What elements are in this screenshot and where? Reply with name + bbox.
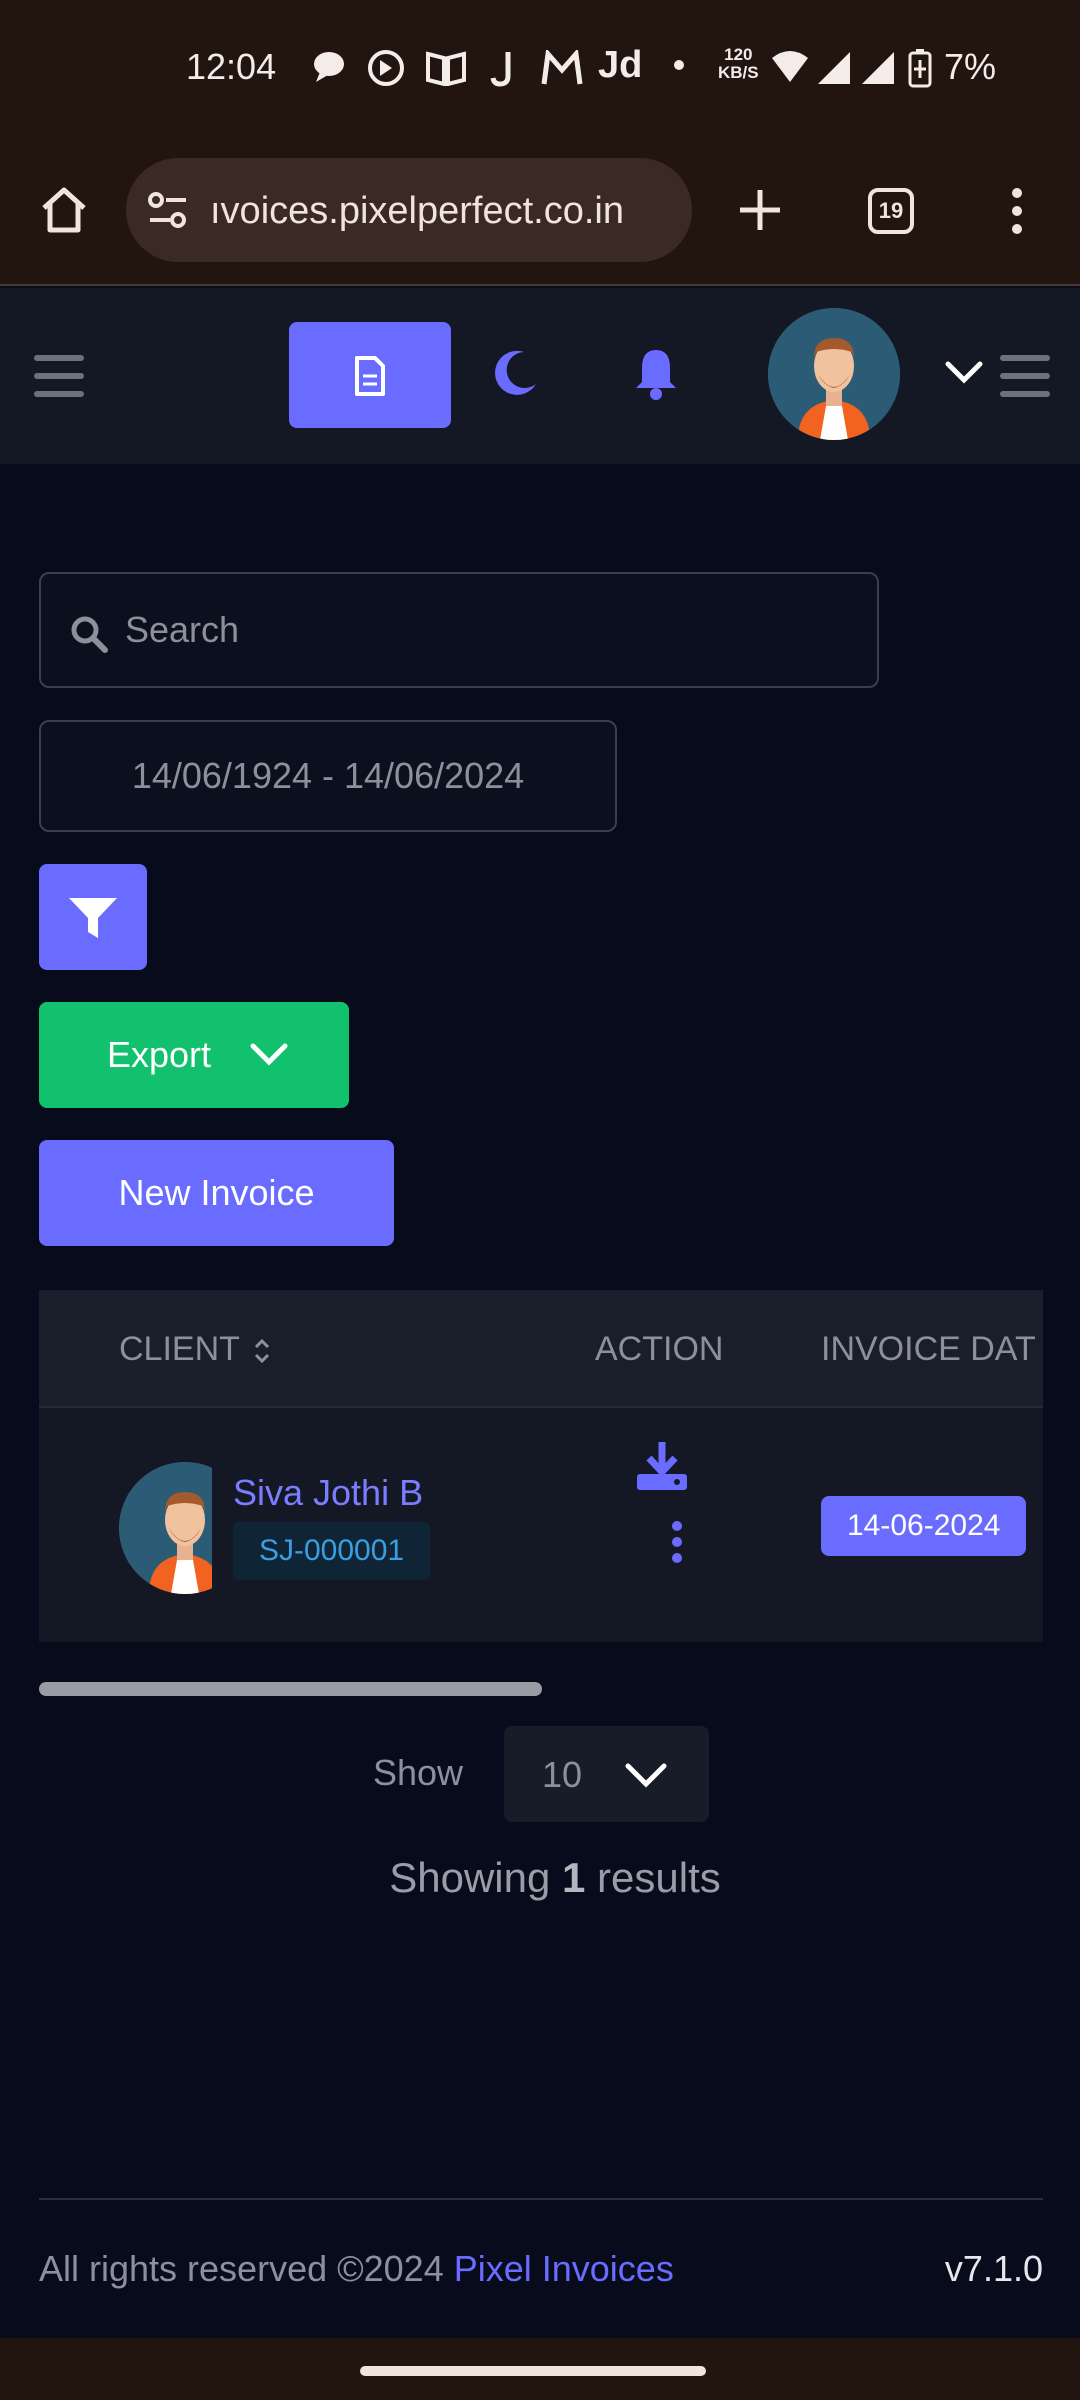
client-name-link[interactable]: Siva Jothi B — [233, 1472, 423, 1514]
network-speed: 120 KB/S — [718, 45, 759, 82]
gesture-nav-bar — [0, 2338, 1080, 2400]
signal-icon — [818, 52, 850, 84]
table-row: Siva Jothi B SJ-000001 14-06-2024 — [39, 1410, 1043, 1642]
chat-icon — [314, 52, 344, 82]
scrollbar-thumb[interactable] — [39, 1682, 542, 1696]
footer-divider — [39, 2198, 1043, 2200]
footer-brand-link[interactable]: Pixel Invoices — [454, 2248, 674, 2289]
table-header: CLIENT ACTION INVOICE DAT — [39, 1290, 1043, 1408]
site-settings-icon[interactable] — [146, 190, 190, 230]
results-count: 1 — [562, 1854, 586, 1901]
column-client[interactable]: CLIENT — [119, 1330, 271, 1369]
page-size-value: 10 — [542, 1754, 583, 1795]
wifi-icon — [772, 51, 808, 82]
column-invoice-date[interactable]: INVOICE DAT — [821, 1330, 1036, 1369]
avatar — [768, 308, 900, 440]
status-bar: 12:04 Jd 120 KB/S 7% — [0, 0, 1080, 140]
app-version: v7.1.0 — [944, 2248, 1043, 2289]
whatsapp-icon — [368, 50, 404, 86]
sort-icon — [254, 1338, 269, 1364]
new-tab-icon[interactable] — [736, 186, 784, 234]
j-icon — [490, 52, 511, 87]
bell-icon[interactable] — [632, 346, 680, 402]
search-input[interactable] — [125, 600, 845, 660]
export-label: Export — [107, 1034, 212, 1075]
more-actions-icon[interactable] — [671, 1520, 683, 1564]
column-action: ACTION — [595, 1330, 724, 1368]
dot-icon — [674, 60, 684, 70]
signal-icon — [862, 52, 894, 84]
more-options-icon[interactable] — [1010, 186, 1024, 236]
menu-icon[interactable] — [1000, 354, 1050, 398]
moon-icon[interactable] — [492, 348, 538, 398]
browser-toolbar: ıvoices.pixelperfect.co.in 19 — [0, 140, 1080, 286]
results-summary: Showing 1 results — [389, 1854, 721, 1901]
battery-icon — [908, 49, 932, 88]
chevron-down-icon — [250, 1043, 288, 1066]
search-field[interactable] — [39, 572, 879, 688]
battery-percent: 7% — [944, 46, 997, 87]
menu-icon[interactable] — [34, 354, 84, 398]
chevron-down-icon — [625, 1763, 667, 1788]
document-icon — [355, 356, 385, 396]
invoice-table: CLIENT ACTION INVOICE DAT Siva Jothi B S… — [39, 1290, 1043, 1642]
horizontal-scrollbar[interactable] — [39, 1682, 1043, 1696]
app-header — [0, 288, 1080, 464]
mm-icon — [541, 50, 583, 85]
page-size-select[interactable]: 10 — [504, 1726, 709, 1822]
jd-icon: Jd — [598, 44, 643, 86]
invoice-document-button[interactable] — [289, 322, 451, 428]
date-range-picker[interactable]: 14/06/1924 - 14/06/2024 — [39, 720, 617, 832]
url-text: ıvoices.pixelperfect.co.in — [210, 190, 624, 232]
footer-copyright: All rights reserved ©2024 Pixel Invoices — [39, 2248, 674, 2289]
search-icon — [71, 616, 108, 653]
tab-switcher-button[interactable]: 19 — [868, 188, 914, 234]
show-label: Show — [373, 1752, 464, 1793]
address-bar[interactable]: ıvoices.pixelperfect.co.in — [126, 158, 692, 262]
invoice-date-badge: 14-06-2024 — [821, 1496, 1027, 1556]
home-icon[interactable] — [38, 184, 90, 236]
new-invoice-button[interactable]: New Invoice — [39, 1140, 394, 1246]
chevron-down-icon[interactable] — [944, 358, 984, 386]
client-code-badge: SJ-000001 — [233, 1522, 431, 1580]
filter-button[interactable] — [39, 864, 147, 970]
filter-icon — [69, 898, 117, 938]
status-time: 12:04 — [186, 46, 277, 87]
export-button[interactable]: Export — [39, 1002, 349, 1108]
download-icon[interactable] — [635, 1440, 689, 1492]
user-avatar[interactable] — [768, 308, 900, 440]
home-gesture-handle[interactable] — [360, 2366, 706, 2376]
book-icon — [426, 51, 466, 86]
